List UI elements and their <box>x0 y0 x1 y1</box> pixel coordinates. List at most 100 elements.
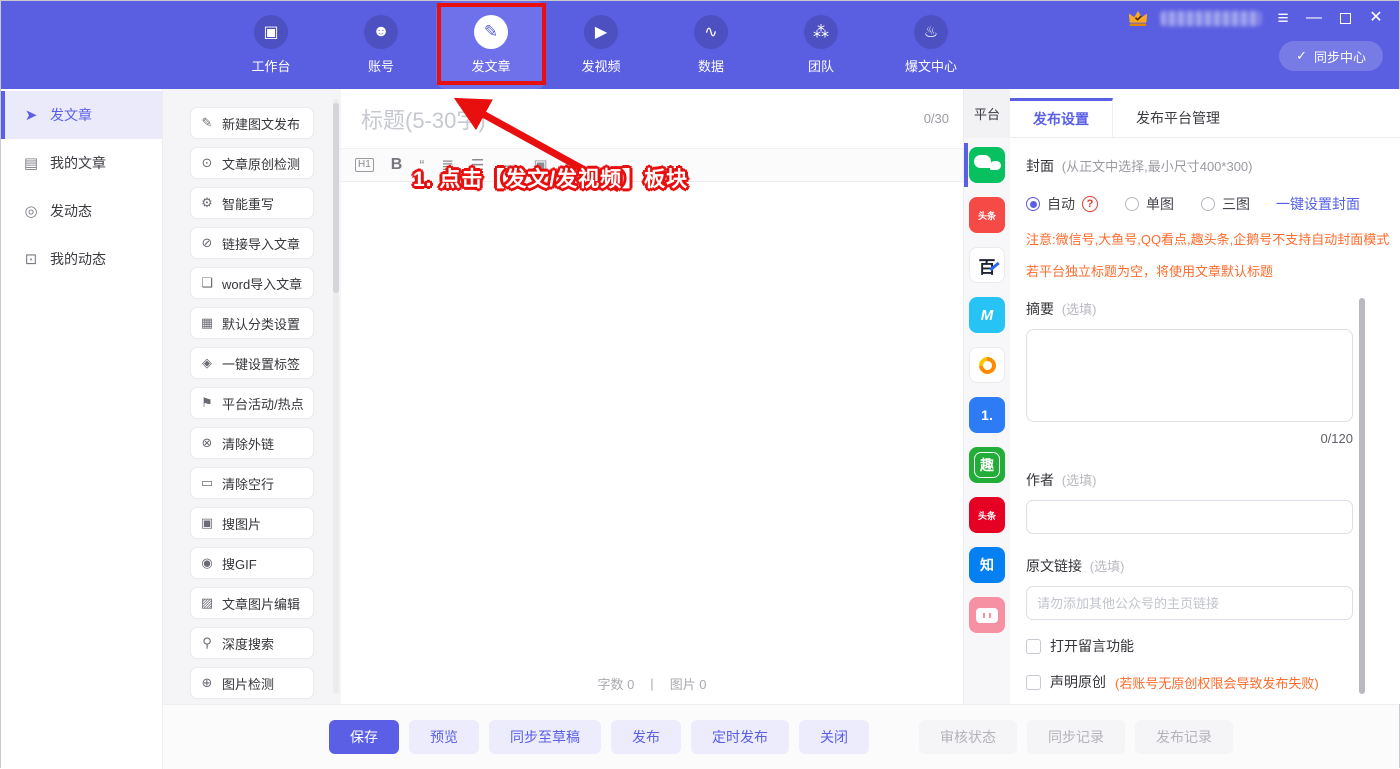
h1-icon[interactable]: H1 <box>355 158 374 172</box>
nav-item-account[interactable]: ☻ 账号 <box>326 1 436 89</box>
sidebar-item-post-moment[interactable]: ◎ 发动态 <box>1 187 162 235</box>
gif-icon: ◉ <box>200 555 214 571</box>
menu-icon[interactable]: ≡ <box>1274 9 1292 27</box>
radio-icon[interactable] <box>1026 197 1040 211</box>
tool-label: 深度搜索 <box>222 634 274 653</box>
summary-textarea[interactable] <box>1026 329 1353 422</box>
cover-option-single[interactable]: 单图 ? <box>1125 194 1174 214</box>
platform-bilibili[interactable] <box>969 597 1005 633</box>
image-icon[interactable]: ▣ <box>533 158 547 173</box>
tool-image-detection[interactable]: ⊕ 图片检测 <box>190 667 314 699</box>
save-button[interactable]: 保存 <box>329 720 399 754</box>
secondary-action-button[interactable]: 关闭 <box>799 720 869 754</box>
sidebar-item-publish-article[interactable]: ➤ 发文章 <box>1 91 162 139</box>
radio-icon[interactable] <box>1125 197 1139 211</box>
tool-originality-check[interactable]: ⊙ 文章原创检测 <box>190 147 314 179</box>
minimize-button[interactable]: — <box>1305 9 1323 27</box>
sidebar-item-my-moments[interactable]: ⊡ 我的动态 <box>1 235 162 283</box>
tool-one-click-tags[interactable]: ◈ 一键设置标签 <box>190 347 314 379</box>
data-chart-icon: ∿ <box>694 15 728 49</box>
platform-yidianzixun[interactable]: 1. <box>969 397 1005 433</box>
platform-zhihu[interactable]: 知 <box>969 547 1005 583</box>
top-nav-bar: ▣ 工作台 ☻ 账号 ✎ 发文章 ▶ 发视频 ∿ 数据 <box>1 1 1399 89</box>
cover-hint: (从正文中选择,最小尺寸400*300) <box>1062 159 1253 174</box>
one-click-cover-link[interactable]: 一键设置封面 <box>1276 194 1360 214</box>
tool-deep-search[interactable]: ⚲ 深度搜索 <box>190 627 314 659</box>
platform-dayuhao[interactable] <box>969 347 1005 383</box>
sidebar-item-my-articles[interactable]: ▤ 我的文章 <box>1 139 162 187</box>
nav-item-workbench[interactable]: ▣ 工作台 <box>216 1 326 89</box>
tool-search-image[interactable]: ▣ 搜图片 <box>190 507 314 539</box>
platform-toutiao-icon: 头条 <box>978 209 996 222</box>
footer-separator: | <box>650 676 653 691</box>
tool-platform-activity[interactable]: ⚑ 平台活动/热点 <box>190 387 314 419</box>
editor-content-area[interactable] <box>341 182 963 662</box>
tool-word-import-article[interactable]: ❏ word导入文章 <box>190 267 314 299</box>
platform-dafenghao-icon: M <box>981 307 994 324</box>
checkbox-icon[interactable] <box>1026 639 1041 654</box>
unordered-list-icon[interactable]: ☰ <box>471 158 484 173</box>
tool-new-image-text-publish[interactable]: ✎ 新建图文发布 <box>190 107 314 139</box>
cover-option-three[interactable]: 三图 ? <box>1201 194 1250 214</box>
tab-label: 发布设置 <box>1033 109 1089 129</box>
tool-clear-external-links[interactable]: ⊗ 清除外链 <box>190 427 314 459</box>
checkbox-declare-original: 声明原创 (若账号无原创权限会导致发布失败) <box>1026 672 1389 692</box>
nav-item-data[interactable]: ∿ 数据 <box>656 1 766 89</box>
platform-dafenghao[interactable]: M <box>969 297 1005 333</box>
author-input[interactable] <box>1026 500 1353 534</box>
nav-item-team[interactable]: ⁂ 团队 <box>766 1 876 89</box>
cover-option-label: 单图 <box>1146 194 1174 214</box>
publish-article-icon: ✎ <box>474 15 508 49</box>
tool-article-image-edit[interactable]: ▨ 文章图片编辑 <box>190 587 314 619</box>
bold-icon[interactable]: B <box>391 157 403 173</box>
summary-counter: 0/120 <box>1026 431 1353 446</box>
tool-default-category[interactable]: ▦ 默认分类设置 <box>190 307 314 339</box>
tool-label: 图片检测 <box>222 674 274 693</box>
nav-item-label: 团队 <box>808 56 834 75</box>
ordered-list-icon[interactable]: ≣ <box>441 158 454 173</box>
robot-icon: ⚙ <box>200 195 214 211</box>
tool-search-gif[interactable]: ◉ 搜GIF <box>190 547 314 579</box>
platform-dongfangtoutiao[interactable]: 头条 <box>969 497 1005 533</box>
sync-center-button[interactable]: ✓ 同步中心 <box>1279 41 1383 71</box>
secondary-action-button[interactable]: 同步至草稿 <box>489 720 601 754</box>
flag-icon: ⚑ <box>200 395 214 411</box>
bookmark-icon: ◈ <box>200 355 214 371</box>
align-icon[interactable]: ≡ <box>565 158 574 173</box>
close-button[interactable]: ✕ <box>1367 9 1385 27</box>
secondary-action-button[interactable]: 发布 <box>611 720 681 754</box>
panel-scrollbar-thumb[interactable] <box>1359 298 1365 694</box>
summary-label: 摘要 (选填) <box>1026 299 1389 319</box>
tool-smart-rewrite[interactable]: ⚙ 智能重写 <box>190 187 314 219</box>
tool-label: 链接导入文章 <box>222 234 300 253</box>
tool-link-import-article[interactable]: ⊘ 链接导入文章 <box>190 227 314 259</box>
secondary-action-button[interactable]: 预览 <box>409 720 479 754</box>
nav-item-publish-article[interactable]: ✎ 发文章 <box>436 1 546 89</box>
platform-toutiao[interactable]: 头条 <box>969 197 1005 233</box>
tab-publish-platform-manage[interactable]: 发布平台管理 <box>1113 98 1243 137</box>
tab-publish-settings[interactable]: 发布设置 <box>1010 98 1113 137</box>
platform-wechat[interactable] <box>969 147 1005 183</box>
secondary-action-button[interactable]: 定时发布 <box>691 720 789 754</box>
disabled-record-button: 同步记录 <box>1027 720 1125 754</box>
cover-warning-note: 注意:微信号,大鱼号,QQ看点,趣头条,企鹅号不支持自动封面模式 <box>1026 229 1389 248</box>
platform-baijiahao[interactable]: 百 <box>969 247 1005 283</box>
cover-option-auto[interactable]: 自动 ? <box>1026 194 1098 214</box>
tool-clear-empty-lines[interactable]: ▭ 清除空行 <box>190 467 314 499</box>
help-icon[interactable]: ? <box>1082 196 1098 212</box>
divider-icon[interactable]: — <box>501 158 516 173</box>
source-link-input[interactable] <box>1026 586 1353 620</box>
quote-icon[interactable]: “ <box>419 158 424 173</box>
nav-item-hot-center[interactable]: ♨ 爆文中心 <box>876 1 986 89</box>
title-input[interactable]: 标题(5-30字) <box>361 103 924 135</box>
maximize-icon <box>1340 13 1351 24</box>
nav-item-publish-video[interactable]: ▶ 发视频 <box>546 1 656 89</box>
radio-icon[interactable] <box>1201 197 1215 211</box>
blurred-username <box>1161 11 1261 26</box>
platform-qutoutiao[interactable]: 趣 <box>969 447 1005 483</box>
tool-label: 文章图片编辑 <box>222 594 300 613</box>
checkbox-icon[interactable] <box>1026 675 1041 690</box>
maximize-button[interactable] <box>1336 9 1354 27</box>
nav-item-label: 工作台 <box>251 56 290 75</box>
tools-scrollbar-thumb[interactable] <box>333 103 339 293</box>
